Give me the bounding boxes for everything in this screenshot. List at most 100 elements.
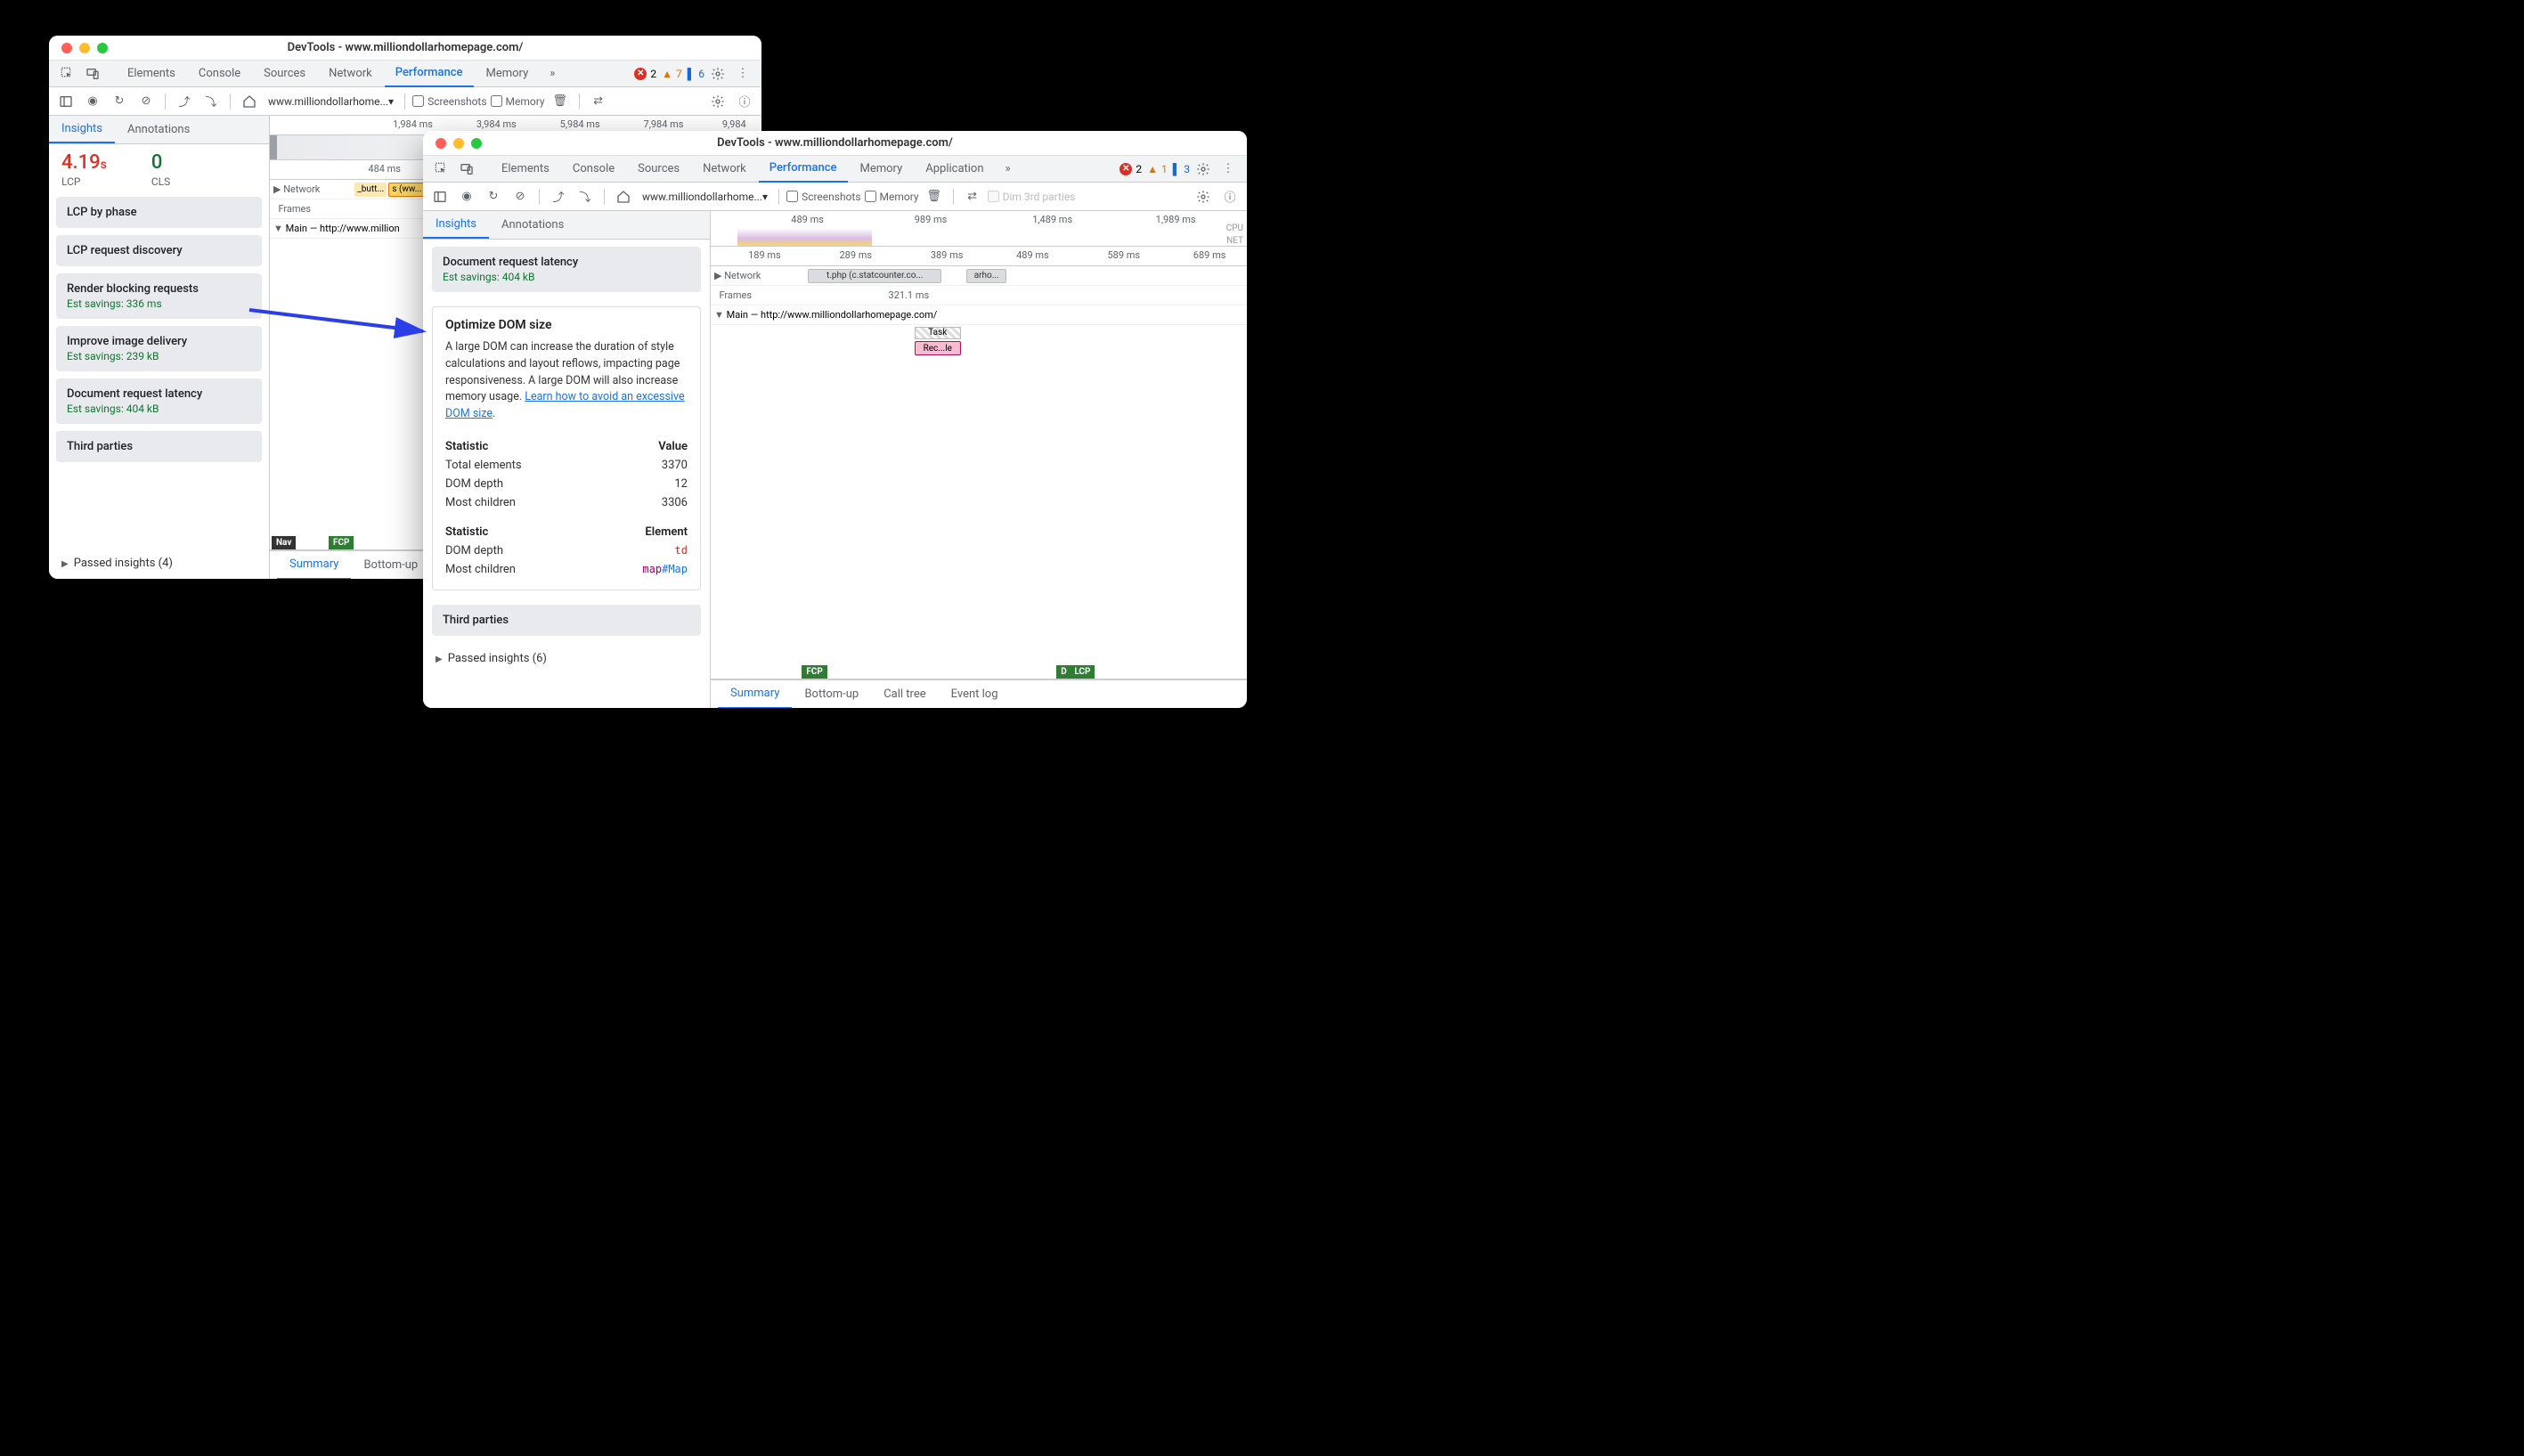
more-tabs-icon[interactable]: » bbox=[997, 158, 1020, 181]
insight-doc-latency[interactable]: Document request latencyEst savings: 404… bbox=[56, 378, 262, 424]
network-seg-sww[interactable]: s (ww... bbox=[388, 183, 425, 197]
network-seg-tphp[interactable]: t.php (c.statcounter.co... bbox=[808, 269, 941, 283]
btab-summary[interactable]: Summary bbox=[277, 551, 351, 580]
rec-block[interactable]: Rec...le bbox=[915, 341, 961, 355]
tab-sources[interactable]: Sources bbox=[253, 61, 316, 87]
sidetab-insights[interactable]: Insights bbox=[423, 211, 489, 239]
tab-elements[interactable]: Elements bbox=[491, 156, 560, 183]
btab-bottomup[interactable]: Bottom-up bbox=[792, 680, 871, 709]
minimize-icon[interactable] bbox=[453, 138, 464, 149]
tab-elements[interactable]: Elements bbox=[117, 61, 186, 87]
issue-badge[interactable]: ▌3 bbox=[1173, 163, 1190, 175]
sidetab-annotations[interactable]: Annotations bbox=[489, 211, 576, 239]
settings-icon[interactable] bbox=[706, 90, 729, 113]
tab-memory[interactable]: Memory bbox=[476, 61, 540, 87]
btab-eventlog[interactable]: Event log bbox=[939, 680, 1011, 709]
track-network[interactable]: ▶ Network t.php (c.statcounter.co... arh… bbox=[711, 266, 1247, 286]
insight-third-parties[interactable]: Third parties bbox=[56, 431, 262, 462]
warning-badge[interactable]: ▲ 1 bbox=[1147, 163, 1168, 175]
task-block[interactable]: Task bbox=[915, 327, 961, 339]
tab-network[interactable]: Network bbox=[692, 156, 757, 183]
flame-chart[interactable]: Task Rec...le FCP D LCP bbox=[711, 325, 1247, 679]
insight-lcp-discovery[interactable]: LCP request discovery bbox=[56, 235, 262, 266]
download-icon[interactable]: ⤵ bbox=[199, 90, 223, 113]
btab-bottomup[interactable]: Bottom-up bbox=[351, 551, 430, 580]
network-seg-butt[interactable]: _butt... bbox=[354, 183, 387, 197]
throttle-icon[interactable]: ⇄ bbox=[587, 90, 610, 113]
throttle-icon[interactable]: ⇄ bbox=[961, 185, 984, 208]
clear-icon[interactable]: ⊘ bbox=[134, 90, 158, 113]
memory-checkbox[interactable]: Memory bbox=[865, 191, 919, 203]
reload-icon[interactable]: ↻ bbox=[108, 90, 131, 113]
tab-performance[interactable]: Performance bbox=[759, 156, 848, 183]
track-frames[interactable]: Frames 321.1 ms bbox=[711, 286, 1247, 305]
maximize-icon[interactable] bbox=[471, 138, 482, 149]
overview-ruler[interactable]: 489 ms 989 ms 1,489 ms 1,989 ms CPU NET bbox=[711, 211, 1247, 247]
error-badge[interactable]: ✕2 bbox=[634, 68, 656, 80]
insight-render-blocking[interactable]: Render blocking requestsEst savings: 336… bbox=[56, 273, 262, 319]
track-main[interactable]: ▼ Main — http://www.milliondollarhomepag… bbox=[711, 305, 1247, 325]
sidetab-annotations[interactable]: Annotations bbox=[115, 116, 202, 143]
help-icon[interactable]: ⓘ bbox=[733, 90, 756, 113]
home-icon[interactable] bbox=[238, 90, 261, 113]
toggle-panel-icon[interactable] bbox=[428, 185, 452, 208]
download-icon[interactable]: ⤵ bbox=[574, 185, 597, 208]
dim-3rd-checkbox[interactable]: Dim 3rd parties bbox=[988, 191, 1076, 203]
upload-icon[interactable]: ⤴ bbox=[547, 185, 570, 208]
sidetab-insights[interactable]: Insights bbox=[49, 116, 115, 143]
record-icon[interactable]: ◉ bbox=[455, 185, 478, 208]
insight-third-parties[interactable]: Third parties bbox=[432, 605, 701, 636]
url-selector[interactable]: www.milliondollarhome...▾ bbox=[265, 94, 397, 110]
tab-performance[interactable]: Performance bbox=[385, 61, 474, 87]
passed-insights[interactable]: Passed insights (6) bbox=[423, 643, 710, 674]
btab-calltree[interactable]: Call tree bbox=[871, 680, 938, 709]
tab-console[interactable]: Console bbox=[188, 61, 251, 87]
insights-list: LCP by phase LCP request discovery Rende… bbox=[49, 191, 269, 548]
kebab-icon[interactable]: ⋮ bbox=[731, 62, 754, 85]
close-icon[interactable] bbox=[61, 43, 72, 53]
trash-icon[interactable]: 🗑 bbox=[923, 185, 946, 208]
error-badge[interactable]: ✕2 bbox=[1120, 163, 1142, 175]
help-icon[interactable]: ⓘ bbox=[1218, 185, 1242, 208]
passed-insights[interactable]: Passed insights (4) bbox=[49, 548, 269, 579]
reload-icon[interactable]: ↻ bbox=[482, 185, 505, 208]
insight-lcp-phase[interactable]: LCP by phase bbox=[56, 197, 262, 228]
memory-checkbox[interactable]: Memory bbox=[491, 95, 545, 108]
kebab-icon[interactable]: ⋮ bbox=[1217, 158, 1240, 181]
tab-application[interactable]: Application bbox=[915, 156, 994, 183]
warning-badge[interactable]: ▲ 7 bbox=[662, 68, 682, 80]
screenshots-checkbox[interactable]: Screenshots bbox=[412, 95, 486, 108]
device-icon[interactable] bbox=[455, 158, 478, 181]
tab-memory[interactable]: Memory bbox=[850, 156, 914, 183]
screenshots-checkbox[interactable]: Screenshots bbox=[786, 191, 860, 203]
close-icon[interactable] bbox=[436, 138, 446, 149]
issue-badge[interactable]: ▌6 bbox=[688, 68, 704, 80]
home-icon[interactable] bbox=[612, 185, 635, 208]
upload-icon[interactable]: ⤴ bbox=[173, 90, 196, 113]
btab-summary[interactable]: Summary bbox=[718, 680, 792, 709]
cls-label: CLS bbox=[151, 175, 170, 188]
settings-icon[interactable] bbox=[1192, 185, 1215, 208]
tab-network[interactable]: Network bbox=[318, 61, 383, 87]
gear-icon[interactable] bbox=[706, 62, 729, 85]
maximize-icon[interactable] bbox=[97, 43, 108, 53]
lcp-label: LCP bbox=[61, 175, 107, 188]
tab-sources[interactable]: Sources bbox=[627, 156, 690, 183]
clear-icon[interactable]: ⊘ bbox=[509, 185, 532, 208]
device-icon[interactable] bbox=[81, 62, 104, 85]
minimize-icon[interactable] bbox=[79, 43, 90, 53]
record-icon[interactable]: ◉ bbox=[81, 90, 104, 113]
insight-image-delivery[interactable]: Improve image deliveryEst savings: 239 k… bbox=[56, 326, 262, 371]
gear-icon[interactable] bbox=[1192, 158, 1215, 181]
insight-doc-latency[interactable]: Document request latency Est savings: 40… bbox=[432, 247, 701, 292]
url-selector[interactable]: www.milliondollarhome...▾ bbox=[639, 189, 771, 205]
insight-optimize-dom[interactable]: Optimize DOM size A large DOM can increa… bbox=[432, 306, 701, 590]
more-tabs-icon[interactable]: » bbox=[541, 62, 564, 85]
inspect-icon[interactable] bbox=[430, 158, 453, 181]
trash-icon[interactable]: 🗑 bbox=[549, 90, 572, 113]
tab-console[interactable]: Console bbox=[562, 156, 625, 183]
toggle-panel-icon[interactable] bbox=[54, 90, 77, 113]
network-seg-arho[interactable]: arho... bbox=[966, 269, 1006, 283]
inspect-icon[interactable] bbox=[56, 62, 79, 85]
detail-ruler[interactable]: 189 ms 289 ms 389 ms 489 ms 589 ms 689 m… bbox=[711, 247, 1247, 266]
